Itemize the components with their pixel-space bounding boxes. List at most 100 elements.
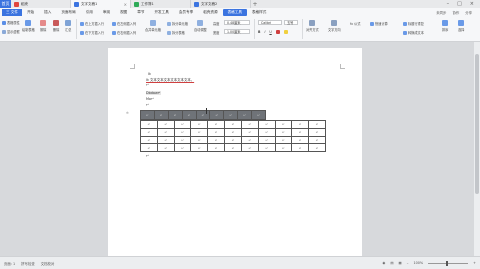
align-button[interactable]: 对齐方式 <box>306 20 319 32</box>
table-cell[interactable]: ↵ <box>167 110 183 120</box>
merge-cells-button[interactable]: 合并单元格 <box>145 20 161 32</box>
font-color-icon[interactable] <box>275 30 280 34</box>
underline-button[interactable]: U <box>269 30 271 34</box>
table-cell[interactable]: ↵ <box>240 120 259 129</box>
table-cell[interactable]: ↵ <box>291 120 310 129</box>
table-cell[interactable]: ↵ <box>190 127 209 137</box>
draw-table-button[interactable]: 绘制表格 <box>22 20 35 32</box>
menu-insert[interactable]: 插入 <box>39 10 56 15</box>
tab-docer[interactable]: 稻壳 <box>11 0 71 8</box>
col-width-input[interactable]: 1.00厘米 <box>224 29 250 34</box>
table-cell[interactable]: ↵ <box>140 120 158 129</box>
table-move-handle[interactable]: ⊕ <box>126 111 129 115</box>
table-cell[interactable]: ↵ <box>156 143 175 152</box>
tab-workbook1[interactable]: 工作簿1 <box>131 0 191 8</box>
share-button[interactable]: 分享 <box>465 10 472 15</box>
font-size-select[interactable]: 五号 <box>284 20 298 25</box>
table-cell[interactable]: ↵ <box>140 143 158 152</box>
table-cell[interactable]: ↵ <box>274 143 293 152</box>
insert-col-left-button[interactable]: 在左侧插入列 <box>112 21 136 26</box>
text-line[interactable]: Dbdaw↵ <box>146 91 161 95</box>
file-menu[interactable]: 三 文件 <box>2 9 22 16</box>
close-tab-icon[interactable]: × <box>124 2 127 7</box>
table-cell[interactable]: ↵ <box>224 143 242 152</box>
tab-document1[interactable]: 文字文稿1 × <box>71 0 131 8</box>
table-cell[interactable]: ↵ <box>257 127 276 137</box>
menu-view[interactable]: 视图 <box>115 10 132 15</box>
table-properties-button[interactable]: 表格属性 <box>2 20 20 25</box>
menu-review[interactable]: 审阅 <box>98 10 115 15</box>
doc-check-button[interactable]: 文档校对 <box>41 261 55 266</box>
insert-row-above-button[interactable]: 在上方插入行 <box>80 21 104 26</box>
split-cells-button[interactable]: 拆分单元格 <box>167 21 188 26</box>
zoom-in-icon[interactable]: + <box>473 261 476 265</box>
bold-button[interactable]: B <box>258 30 260 34</box>
insert-row-below-button[interactable]: 在下方插入行 <box>80 30 104 35</box>
table-cell[interactable]: ↵ <box>240 143 259 152</box>
zoom-slider[interactable] <box>428 260 469 266</box>
page-view-icon[interactable]: ▤ <box>390 261 393 265</box>
table-cell[interactable]: ↵ <box>156 120 175 129</box>
table-cell[interactable]: ↵ <box>237 110 252 120</box>
menu-docer[interactable]: 稻壳资源 <box>198 10 222 15</box>
table-cell[interactable]: ↵ <box>308 127 326 137</box>
maximize-icon[interactable]: □ <box>457 1 462 7</box>
text-line[interactable]: Mo↵ <box>146 97 154 101</box>
table-cell[interactable]: ↵ <box>190 120 209 129</box>
title-repeat-button[interactable]: 标题行重复 <box>403 21 424 26</box>
table-cell[interactable]: ↵ <box>209 110 225 120</box>
row-height-input[interactable]: 0.48厘米 <box>224 20 250 25</box>
menu-section[interactable]: 章节 <box>132 10 149 15</box>
table-cell[interactable]: ↵ <box>156 135 175 145</box>
close-window-icon[interactable]: × <box>470 1 474 7</box>
sync-status[interactable]: 未同步 <box>436 10 446 15</box>
document-page[interactable]: Ik Ik 文本文本文本文本文本文本。 ↵ Dbdaw↵ Mo↵ ↵ ⊕ ↵ ↵… <box>108 48 362 262</box>
table-cell[interactable]: ↵ <box>190 135 209 145</box>
convert-to-text-button[interactable]: 转换成文本 <box>403 30 424 35</box>
table-cell[interactable]: ↵ <box>140 110 155 120</box>
select-button[interactable]: 选择 <box>458 20 464 32</box>
table-cell[interactable]: ↵ <box>207 143 226 152</box>
table-cell[interactable]: ↵ <box>291 143 310 152</box>
menu-developer[interactable]: 开发工具 <box>149 10 173 15</box>
text-line[interactable]: Ik 文本文本文本文本文本文本。 <box>146 77 194 82</box>
table-cell[interactable]: ↵ <box>240 127 259 137</box>
table-cell[interactable]: ↵ <box>257 120 276 129</box>
italic-button[interactable]: I <box>264 30 265 34</box>
table-cell[interactable]: ↵ <box>274 135 293 145</box>
minimize-icon[interactable]: – <box>447 1 450 7</box>
summary-button[interactable]: 汇总 <box>65 20 71 32</box>
table-cell[interactable]: ↵ <box>190 143 209 152</box>
scrollbar-thumb[interactable] <box>475 54 479 194</box>
highlight-icon[interactable] <box>283 30 288 34</box>
table-cell[interactable]: ↵ <box>274 127 293 137</box>
table-cell[interactable]: ↵ <box>308 120 326 129</box>
text-direction-button[interactable]: 文字方向 <box>328 20 341 32</box>
show-grid-button[interactable]: 显示虚框 <box>2 29 20 34</box>
table-cell[interactable]: ↵ <box>140 127 158 137</box>
zoom-slider-knob[interactable] <box>446 260 449 266</box>
menu-home[interactable]: 开始 <box>22 10 39 15</box>
menu-table-tools[interactable]: 表格工具 <box>222 9 247 16</box>
spell-check-toggle[interactable]: 拼写检查 <box>21 261 35 266</box>
table-cell[interactable]: ↵ <box>207 135 226 145</box>
table-cell[interactable]: ↵ <box>257 135 276 145</box>
table-cell[interactable]: ↵ <box>291 135 310 145</box>
table-cell[interactable]: ↵ <box>224 135 242 145</box>
table-cell[interactable]: ↵ <box>240 135 259 145</box>
page-indicator[interactable]: 页面: 1 <box>4 261 15 266</box>
zoom-out-icon[interactable]: – <box>407 261 409 265</box>
table-cell[interactable]: ↵ <box>207 127 226 137</box>
split-table-button[interactable]: 拆分表格 <box>167 30 185 35</box>
sort-button[interactable]: 排序 <box>442 20 448 32</box>
document-canvas[interactable]: Ik Ik 文本文本文本文本文本文本。 ↵ Dbdaw↵ Mo↵ ↵ ⊕ ↵ ↵… <box>0 42 474 262</box>
table-cell[interactable]: ↵ <box>140 135 158 145</box>
data-table[interactable]: ↵ ↵ ↵ ↵ ↵ ↵ ↵ ↵ ↵ ↵ ↵ ↵ ↵ ↵ ↵ ↵ ↵ ↵ ↵ ↵ ↵ ↵ ↵ ↵ ↵ ↵ ↵ ↵ ↵ ↵ ↵ ↵ ↵ ↵ ↵ ↵ ↵ ↵ ↵ ↵… <box>140 120 326 152</box>
zoom-level[interactable]: 100% <box>413 261 423 265</box>
table-cell[interactable]: ↵ <box>257 143 276 152</box>
menu-references[interactable]: 引用 <box>81 10 98 15</box>
formula-button[interactable]: fx 公式 <box>350 21 360 26</box>
delete-button[interactable]: 删除 <box>53 20 59 32</box>
table-cell[interactable]: ↵ <box>251 110 266 120</box>
insert-col-right-button[interactable]: 在右侧插入列 <box>112 30 136 35</box>
